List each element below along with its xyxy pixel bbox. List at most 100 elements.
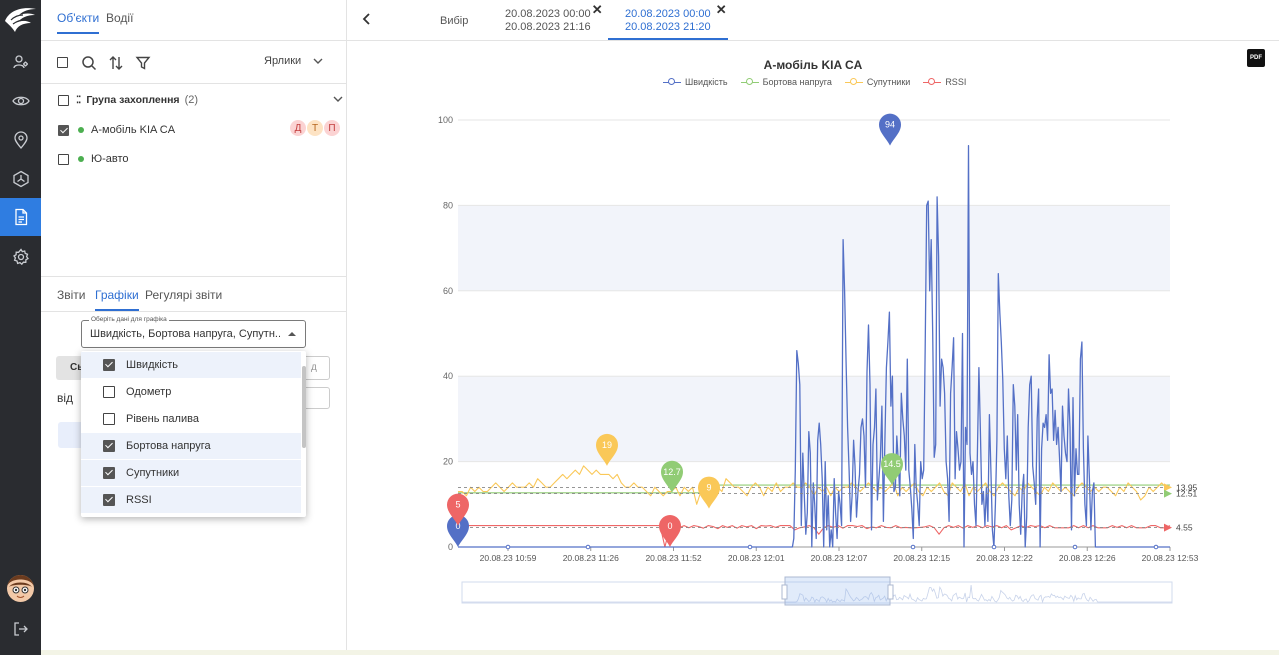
marker-pin: 9 <box>698 476 720 509</box>
legend-label: Супутники <box>866 77 911 87</box>
legend-label: RSSI <box>945 77 967 87</box>
chevron-left-icon[interactable] <box>362 12 372 26</box>
hexagon-route-icon <box>12 170 29 188</box>
x-tick-label: 20.08.23 11:26 <box>563 553 619 563</box>
data-point <box>1072 544 1078 550</box>
object-name: А-мобіль KIA CA <box>91 124 176 136</box>
chart-data-select[interactable]: Оберіть дані для графіка Швидкість, Борт… <box>81 316 306 348</box>
monitoring-nav[interactable] <box>0 82 41 120</box>
y-tick-label: 0 <box>448 542 453 552</box>
object-name: Ю-авто <box>91 153 129 165</box>
sort-icon[interactable] <box>108 55 124 71</box>
object-checkbox[interactable] <box>58 124 69 136</box>
select-legend: Оберіть дані для графіка <box>89 316 169 323</box>
tab-objects[interactable]: Об'єкти <box>57 11 100 34</box>
caret-up-icon <box>288 332 296 336</box>
option-speed[interactable]: Швидкість <box>81 352 301 378</box>
x-tick-label: 20.08.23 12:22 <box>976 553 1033 563</box>
routes-nav[interactable] <box>0 160 41 198</box>
option-checkbox[interactable] <box>103 413 115 425</box>
users-nav[interactable] <box>0 43 41 81</box>
option-label: Швидкість <box>126 359 179 371</box>
group-row[interactable]: ⁚⁚ Група захоплення (2) <box>58 90 343 110</box>
legend-swatch <box>844 78 863 86</box>
period-from: 20.08.2023 00:00 <box>505 8 591 20</box>
period-tab-1[interactable]: 20.08.2023 00:00 20.08.2023 21:16 ✕ <box>505 3 603 34</box>
gear-icon <box>12 248 29 266</box>
avatar-face-icon <box>7 575 34 602</box>
dropdown-scrollbar[interactable] <box>302 366 306 448</box>
zoom-handle-right <box>887 584 894 600</box>
option-checkbox[interactable] <box>103 359 115 371</box>
option-label: Рівень палива <box>126 413 199 425</box>
y-tick-label: 20 <box>443 457 453 467</box>
trailer-badge: Т <box>307 120 323 136</box>
eye-icon <box>11 96 30 106</box>
tab-scheduled-reports[interactable]: Регулярі звіти <box>145 288 222 302</box>
object-row[interactable]: Ю-авто <box>58 149 129 169</box>
active-tab-underline <box>608 38 728 40</box>
data-point <box>991 544 997 550</box>
close-icon[interactable]: ✕ <box>716 3 727 16</box>
group-chevron-down-icon[interactable] <box>333 96 343 102</box>
search-icon[interactable] <box>81 55 97 71</box>
legend-swatch <box>663 78 681 86</box>
option-fuel-level[interactable]: Рівень палива <box>81 406 301 432</box>
close-icon[interactable]: ✕ <box>592 3 603 16</box>
tab-charts[interactable]: Графіки <box>95 288 139 311</box>
settings-nav[interactable] <box>0 238 41 276</box>
group-name: Група захоплення <box>86 94 180 106</box>
legend-swatch <box>923 78 942 86</box>
option-checkbox[interactable] <box>103 440 115 452</box>
selection-tab[interactable]: Вибір <box>440 15 468 27</box>
data-point <box>585 544 591 550</box>
legend-item[interactable]: Супутники <box>844 77 911 87</box>
location-pin-icon <box>13 131 28 149</box>
svg-text:14.5: 14.5 <box>883 459 901 469</box>
zoom-handle-left <box>781 584 788 600</box>
option-satellites[interactable]: Супутники <box>81 460 301 486</box>
data-point <box>910 544 916 550</box>
x-tick-label: 20.08.23 11:52 <box>645 553 701 563</box>
tab-reports[interactable]: Звіти <box>57 288 86 302</box>
option-board-voltage[interactable]: Бортова напруга <box>81 433 301 459</box>
period-to: 20.08.2023 21:16 <box>505 21 591 33</box>
labels-dropdown[interactable]: Ярлики <box>264 55 323 67</box>
object-checkbox[interactable] <box>58 153 69 165</box>
reports-nav[interactable] <box>0 198 41 236</box>
legend-item[interactable]: Швидкість <box>663 77 728 87</box>
eagle-logo-icon <box>5 8 36 32</box>
select-value: Швидкість, Бортова напруга, Супутн... <box>90 328 280 340</box>
period-tabs-bar: Вибір 20.08.2023 00:00 20.08.2023 21:16 … <box>347 0 1279 41</box>
group-checkbox[interactable] <box>58 94 69 106</box>
x-tick-label: 20.08.23 12:07 <box>811 553 868 563</box>
option-label: Одометр <box>126 386 172 398</box>
option-odometer[interactable]: Одометр <box>81 379 301 405</box>
filter-icon[interactable] <box>135 55 151 71</box>
object-row[interactable]: А-мобіль KIA CA <box>58 120 175 140</box>
period-tab-2[interactable]: 20.08.2023 00:00 20.08.2023 21:20 ✕ <box>625 3 727 34</box>
geofences-nav[interactable] <box>0 121 41 159</box>
line-chart[interactable]: 0 20 40 60 80 100 20.08.23 10:59 20.08.23 11:26… <box>347 100 1279 610</box>
logout-icon <box>13 622 28 636</box>
option-rssi[interactable]: RSSI <box>81 487 301 513</box>
from-label: від <box>57 391 74 405</box>
user-avatar[interactable] <box>7 575 34 602</box>
tab-drivers[interactable]: Водії <box>106 11 133 25</box>
data-point <box>747 544 753 550</box>
data-point <box>505 544 511 550</box>
zoom-slider-window <box>784 576 891 606</box>
driver-badge: Д <box>290 120 306 136</box>
option-checkbox[interactable] <box>103 494 115 506</box>
average-arrow <box>1164 489 1172 498</box>
legend-item[interactable]: Бортова напруга <box>740 77 832 87</box>
option-checkbox[interactable] <box>103 467 115 479</box>
x-tick-label: 20.08.23 12:01 <box>728 553 785 563</box>
y-tick-label: 40 <box>443 371 453 381</box>
option-checkbox[interactable] <box>103 386 115 398</box>
logout-nav[interactable] <box>0 610 41 648</box>
legend-item[interactable]: RSSI <box>923 77 966 87</box>
select-all-checkbox[interactable] <box>57 57 68 68</box>
report-tabs: Звіти Графіки Регулярі звіти <box>41 276 346 312</box>
legend-label: Бортова напруга <box>762 77 832 87</box>
